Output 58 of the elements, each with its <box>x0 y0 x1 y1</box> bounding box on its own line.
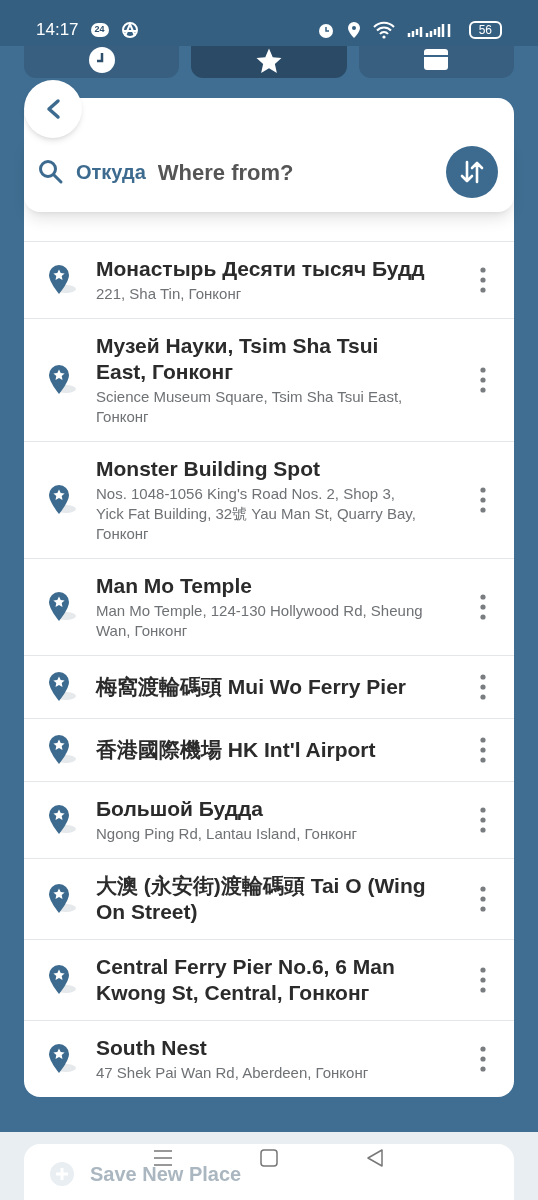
place-address: Ngong Ping Rd, Lantau Island, Гонконг <box>96 824 359 844</box>
tab[interactable] <box>191 46 347 78</box>
more-icon[interactable] <box>480 737 486 763</box>
place-title: Монастырь Десяти тысяч Будд <box>96 256 426 282</box>
place-title: Central Ferry Pier No.6, 6 Man Kwong St, Central, Гонконг <box>96 954 396 1006</box>
back-button[interactable] <box>24 80 82 138</box>
home-icon[interactable] <box>259 1148 279 1168</box>
back-nav-icon[interactable] <box>365 1148 385 1168</box>
menu-icon[interactable] <box>153 1148 173 1168</box>
place-row[interactable]: South Nest 47 Shek Pai Wan Rd, Aberdeen, Гонконг <box>24 1021 514 1097</box>
swap-button[interactable] <box>446 146 498 198</box>
place-row[interactable]: Монастырь Десяти тысяч Будд 221, Sha Tin, Гонконг <box>24 242 514 319</box>
place-row[interactable]: 大澳 (永安街)渡輪碼頭 Tai O (Wing On Street) <box>24 859 514 940</box>
wifi-icon <box>372 21 395 39</box>
place-title: Monster Building Spot <box>96 456 321 482</box>
search-field[interactable]: Where from? <box>157 155 434 189</box>
place-row[interactable]: Музей Науки, Tsim Sha Tsui East, Гонконг Science Museum Square, Tsim Sha Tsui East, Гонконг <box>24 319 514 442</box>
place-row[interactable]: 香港國際機場 HK Int'l Airport <box>24 719 514 782</box>
back-icon <box>45 98 61 120</box>
place-address: Science Museum Square, Tsim Sha Tsui East, Гонконг <box>96 387 404 427</box>
swap-icon <box>459 159 485 185</box>
search-icon <box>38 159 64 185</box>
place-address: Man Mo Temple, 124-130 Hollywood Rd, Sheung Wan, Гонконг <box>96 601 424 641</box>
place-row[interactable]: Большой Будда Ngong Ping Rd, Lantau Island, Гонконг <box>24 782 514 859</box>
place-title: South Nest <box>96 1035 208 1061</box>
app-icon <box>120 21 139 39</box>
place-address: 221, Sha Tin, Гонконг <box>96 284 243 304</box>
more-icon[interactable] <box>480 967 486 993</box>
calendar-icon <box>423 46 450 72</box>
place-title: Большой Будда <box>96 796 265 822</box>
location-icon <box>346 21 361 39</box>
status-time: 14:17 <box>36 19 79 42</box>
battery-icon: 56 <box>468 21 502 39</box>
place-row[interactable]: 梅窩渡輪碼頭 Mui Wo Ferry Pier <box>24 656 514 719</box>
clock-icon <box>87 46 116 74</box>
search-label: Откуда <box>76 160 146 185</box>
place-row[interactable]: Monster Building Spot Nos. 1048-1056 King's Road Nos. 2, Shop 3, Yick Fat Building, 32號 Yau Man St, Quarry Bay, Гонконг <box>24 442 514 559</box>
more-icon[interactable] <box>480 594 486 620</box>
more-icon[interactable] <box>480 807 486 833</box>
place-address: 47 Shek Pai Wan Rd, Aberdeen, Гонконг <box>96 1063 370 1083</box>
place-address: Nos. 1048-1056 King's Road Nos. 2, Shop 3, Yick Fat Building, 32號 Yau Man St, Quarry Bay, Гонконг <box>96 484 417 544</box>
more-icon[interactable] <box>480 886 486 912</box>
place-row[interactable]: Central Ferry Pier No.6, 6 Man Kwong St, Central, Гонконг <box>24 940 514 1021</box>
search-bar[interactable]: Откуда Where from? <box>24 132 514 212</box>
tab[interactable] <box>358 46 514 78</box>
more-icon[interactable] <box>480 487 486 513</box>
more-icon[interactable] <box>480 367 486 393</box>
more-icon[interactable] <box>480 267 486 293</box>
place-title: 香港國際機場 HK Int'l Airport <box>96 737 377 763</box>
place-title: Man Mo Temple <box>96 573 253 599</box>
more-icon[interactable] <box>480 674 486 700</box>
place-title: 梅窩渡輪碼頭 Mui Wo Ferry Pier <box>96 674 407 700</box>
place-title: Музей Науки, Tsim Sha Tsui East, Гонконг <box>96 333 380 385</box>
tab[interactable] <box>24 46 180 78</box>
more-icon[interactable] <box>480 1046 486 1072</box>
alarm-icon <box>316 21 335 39</box>
place-row[interactable]: Man Mo Temple Man Mo Temple, 124-130 Hollywood Rd, Sheung Wan, Гонконг <box>24 559 514 656</box>
place-title: 大澳 (永安街)渡輪碼頭 Tai O (Wing On Street) <box>96 873 426 925</box>
